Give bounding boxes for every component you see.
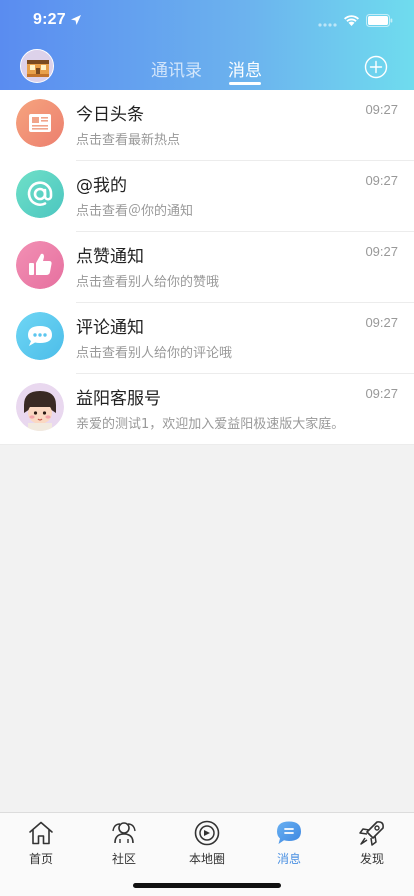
location-arrow-icon: [71, 15, 81, 25]
list-item[interactable]: @我的 点击查看＠你的通知 09:27: [0, 161, 414, 232]
tabbar-item-community[interactable]: 社区: [84, 819, 164, 867]
message-time: 09:27: [365, 315, 398, 330]
tabbar-item-discover[interactable]: 发现: [332, 819, 412, 867]
battery-icon: [366, 14, 393, 27]
wifi-icon: [344, 15, 359, 26]
tabbar-label: 社区: [111, 852, 136, 866]
tabbar-label: 首页: [28, 852, 53, 866]
message-icon: [277, 821, 301, 844]
tabbar-label: 消息: [276, 852, 301, 866]
message-time: 09:27: [365, 173, 398, 188]
tabbar-label: 发现: [359, 852, 384, 866]
community-icon: [112, 822, 136, 844]
home-indicator: [133, 883, 281, 888]
message-subtitle: 点击查看别人给你的赞哦: [76, 275, 220, 290]
status-time: 9:27: [33, 11, 66, 28]
message-time: 09:27: [365, 102, 398, 117]
plus-circle-icon[interactable]: [364, 55, 388, 79]
list-item[interactable]: 点赞通知 点击查看别人给你的赞哦 09:27: [0, 232, 414, 303]
message-title: @我的: [76, 176, 127, 196]
message-time: 09:27: [365, 386, 398, 401]
list-item[interactable]: 今日头条 点击查看最新热点 09:27: [0, 90, 414, 161]
message-subtitle: 亲爱的测试1，欢迎加入爱益阳极速版大家庭。: [76, 417, 345, 432]
newspaper-icon: [16, 99, 64, 147]
list-item[interactable]: 评论通知 点击查看别人给你的评论哦 09:27: [0, 303, 414, 374]
signal-icon: [318, 23, 337, 27]
avatar-image: [21, 50, 53, 82]
tabbar-label: 本地圈: [188, 852, 225, 866]
home-icon: [29, 821, 53, 845]
message-time: 09:27: [365, 244, 398, 259]
divider: [0, 444, 414, 445]
local-circle-icon: [194, 820, 220, 846]
message-title: 益阳客服号: [76, 389, 161, 409]
message-list: 今日头条 点击查看最新热点 09:27 @我的 点击查看＠你的通知 09:27: [0, 90, 414, 445]
tab-messages[interactable]: 消息: [228, 56, 262, 81]
tabbar-item-local-circle[interactable]: 本地圈: [167, 819, 247, 867]
active-tab-indicator: [229, 82, 261, 85]
thumbs-up-icon: [16, 241, 64, 289]
header: 9:27 通讯录 消息: [0, 0, 414, 90]
message-subtitle: 点击查看最新热点: [76, 133, 181, 148]
status-bar: 9:27: [0, 0, 414, 44]
message-title: 评论通知: [76, 318, 144, 338]
list-item[interactable]: 益阳客服号 亲爱的测试1，欢迎加入爱益阳极速版大家庭。 09:27: [0, 374, 414, 445]
message-subtitle: 点击查看别人给你的评论哦: [76, 346, 233, 361]
message-title: 今日头条: [76, 105, 144, 125]
tabbar-item-home[interactable]: 首页: [1, 819, 81, 867]
message-title: 点赞通知: [76, 247, 144, 267]
user-avatar[interactable]: [20, 49, 54, 83]
comment-icon: [16, 312, 64, 360]
message-subtitle: 点击查看＠你的通知: [76, 204, 194, 219]
at-icon: [16, 170, 64, 218]
tabbar-item-messages[interactable]: 消息: [249, 819, 329, 867]
rocket-icon: [359, 821, 384, 846]
service-avatar: [16, 383, 64, 431]
tab-contacts[interactable]: 通讯录: [151, 56, 202, 81]
